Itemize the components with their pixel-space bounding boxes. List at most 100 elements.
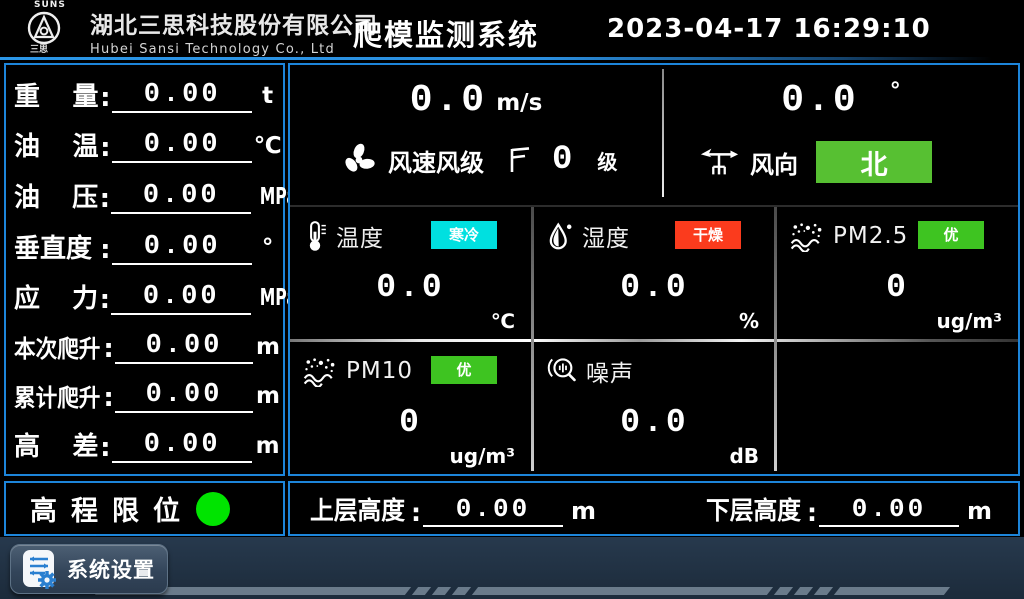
lower-height-group: 下层高度 : 0.00 m <box>706 491 992 527</box>
wind-direction-badge: 北 <box>816 141 932 183</box>
sensor-name: PM10 <box>346 358 413 384</box>
wind-direction-value-line: 0.0 ° <box>664 65 1018 122</box>
thermometer-icon <box>302 219 328 253</box>
wind-speed-value: 0.0 <box>410 79 487 122</box>
measurement-row-stress: 应力: 0.00 MPa <box>14 278 283 315</box>
wind-direction-block: 0.0 ° 风向 北 <box>664 65 1018 205</box>
timestamp: 2023-04-17 16:29:10 <box>607 14 931 44</box>
measurement-row-verticality: 垂直度: 0.00 ° <box>14 228 283 265</box>
suns-logo-icon <box>24 10 64 46</box>
sensor-value: 0 <box>777 269 1018 306</box>
upper-height-label: 上层高度 <box>310 491 405 527</box>
sensor-name: PM2.5 <box>833 223 908 249</box>
wind-speed-value-line: 0.0 m/s <box>290 65 662 122</box>
sensor-cell-humidity: 湿度 干燥 0.0 % <box>534 207 775 339</box>
measurement-unit: MPa <box>251 285 283 315</box>
sensor-unit: % <box>739 309 759 333</box>
measurement-value: 0.00 <box>112 130 252 163</box>
particles-icon <box>789 220 825 252</box>
measurement-row-oil-pressure: 油压: 0.00 MPa <box>14 177 283 214</box>
measurement-row-weight: 重量: 0.00 t <box>14 76 283 113</box>
measurement-row-height-diff: 高差: 0.00 m <box>14 426 283 463</box>
footer-stripe-decoration <box>98 587 954 595</box>
measurement-label: 高差 <box>14 426 99 463</box>
upper-height-group: 上层高度 : 0.00 m <box>310 491 596 527</box>
sensor-cell-temperature: 温度 寒冷 0.0 ℃ <box>290 207 531 339</box>
measurement-value: 0.00 <box>111 282 251 315</box>
environment-panel: 0.0 m/s 风速风级 <box>288 63 1020 476</box>
measurements-panel: 重量: 0.00 t 油温: 0.00 ℃ 油压: 0.00 MPa 垂直度: … <box>4 63 285 476</box>
measurement-unit: ° <box>252 235 283 265</box>
wind-direction-label: 风向 <box>750 145 798 180</box>
colon: : <box>98 285 111 315</box>
wind-speed-unit: m/s <box>496 90 542 116</box>
elevation-limit-status-light <box>196 492 230 526</box>
sensor-cell-pm10: PM10 优 0 ug/m³ <box>290 342 531 474</box>
logo-brand-top: SUNS <box>24 1 86 10</box>
colon: : <box>98 184 111 214</box>
colon: : <box>99 83 112 113</box>
header: SUNS 三思 湖北三思科技股份有限公司 Hubei Sansi Technol… <box>0 0 1024 57</box>
settings-button[interactable]: 系统设置 <box>10 544 168 594</box>
sensor-name: 噪声 <box>586 354 634 388</box>
sensor-status-badge: 干燥 <box>675 221 741 249</box>
measurement-label: 累计爬升 <box>14 378 93 413</box>
wind-level-flag-icon <box>506 145 532 175</box>
measurement-value: 0.00 <box>115 380 253 413</box>
wind-level-value: 0 <box>552 141 575 179</box>
sensor-name: 温度 <box>336 219 384 253</box>
measurement-label: 应力 <box>14 278 98 315</box>
colon: : <box>99 133 112 163</box>
colon: : <box>99 433 112 463</box>
header-divider <box>0 57 992 60</box>
sensor-name: 湿度 <box>582 219 630 253</box>
sensor-cell-empty <box>777 342 1018 474</box>
elevation-limit-panel: 高程限位 <box>4 481 285 536</box>
measurement-label: 重量 <box>14 76 99 113</box>
sensor-value: 0 <box>290 404 531 441</box>
sensor-value: 0.0 <box>534 269 775 306</box>
page-title: 爬模监测系统 <box>353 12 539 54</box>
measurement-row-total-climb: 累计爬升: 0.00 m <box>14 378 283 413</box>
company-name-cn: 湖北三思科技股份有限公司 <box>90 6 378 40</box>
wind-section: 0.0 m/s 风速风级 <box>290 65 1018 205</box>
wind-direction-value: 0.0 <box>781 79 858 122</box>
measurement-unit: ℃ <box>252 133 283 163</box>
wind-speed-caption: 风速风级 0 级 <box>290 141 662 179</box>
wind-direction-unit: ° <box>890 79 901 104</box>
wind-direction-caption: 风向 北 <box>664 141 1018 183</box>
fan-icon <box>340 141 378 179</box>
company-logo: SUNS 三思 <box>24 1 86 55</box>
colon: : <box>99 235 112 265</box>
measurement-value: 0.00 <box>115 331 253 364</box>
measurement-unit: m <box>253 334 283 364</box>
measurement-unit: MPa <box>251 184 283 214</box>
layer-heights-panel: 上层高度 : 0.00 m 下层高度 : 0.00 m <box>288 481 1020 536</box>
company-name-block: 湖北三思科技股份有限公司 Hubei Sansi Technology Co.,… <box>90 6 378 57</box>
measurement-label: 垂直度 <box>14 228 99 265</box>
measurement-value: 0.00 <box>111 181 251 214</box>
upper-height-value: 0.00 <box>423 494 563 527</box>
company-name-en: Hubei Sansi Technology Co., Ltd <box>90 42 378 57</box>
measurement-value: 0.00 <box>112 232 252 265</box>
sensor-unit: ℃ <box>491 309 515 333</box>
measurement-unit: m <box>252 433 283 463</box>
sensor-cell-noise: 噪声 0.0 dB <box>534 342 775 474</box>
lower-height-value: 0.00 <box>819 494 959 527</box>
measurement-label: 油温 <box>14 126 99 163</box>
colon: : <box>807 498 817 527</box>
noise-icon <box>546 355 578 387</box>
wind-level-unit: 级 <box>597 146 617 175</box>
sensor-grid: 温度 寒冷 0.0 ℃ 湿度 干燥 0.0 % <box>290 205 1018 473</box>
sensor-value: 0.0 <box>290 269 531 306</box>
measurement-unit: m <box>253 383 283 413</box>
lower-height-unit: m <box>967 497 992 527</box>
sensor-status-badge: 寒冷 <box>431 221 497 249</box>
measurement-row-current-climb: 本次爬升: 0.00 m <box>14 329 283 364</box>
sensor-value: 0.0 <box>534 404 775 441</box>
measurement-row-oil-temp: 油温: 0.00 ℃ <box>14 126 283 163</box>
sensor-unit: ug/m³ <box>937 309 1002 333</box>
settings-button-label: 系统设置 <box>67 554 155 584</box>
measurement-value: 0.00 <box>112 80 252 113</box>
logo-brand-mark: 三思 <box>24 46 86 55</box>
